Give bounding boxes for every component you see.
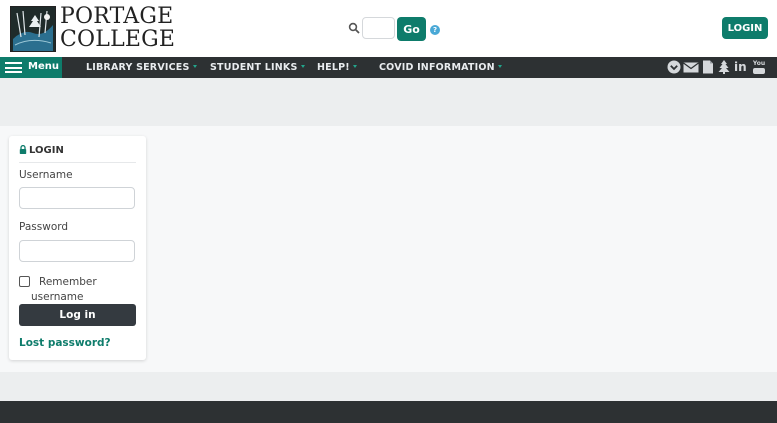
header-login-button[interactable]: LOGIN [722, 17, 768, 39]
logo-emblem-icon [10, 6, 56, 52]
nav-item-help[interactable]: HELP! [317, 62, 357, 73]
page-header-band [0, 78, 777, 126]
password-label: Password [19, 221, 69, 233]
menu-label: Menu [28, 61, 59, 72]
main-navigation: Menu LIBRARY SERVICES STUDENT LINKS HELP… [0, 57, 777, 78]
nav-item-label: LIBRARY SERVICES [86, 62, 190, 73]
remember-username-checkbox[interactable] [19, 276, 30, 287]
logo-wordmark: PORTAGE COLLEGE [60, 5, 175, 51]
hamburger-icon [5, 62, 22, 73]
caret-down-icon [497, 65, 502, 68]
login-card: LOGIN Username Password Remember usernam… [9, 136, 146, 360]
caret-down-icon [192, 65, 197, 68]
password-input[interactable] [19, 240, 135, 262]
nav-item-library-services[interactable]: LIBRARY SERVICES [86, 62, 197, 73]
nav-item-label: STUDENT LINKS [210, 62, 298, 73]
portage-college-logo[interactable]: PORTAGE COLLEGE [10, 5, 175, 53]
tree-icon[interactable] [718, 60, 730, 74]
nav-item-covid-information[interactable]: COVID INFORMATION [379, 62, 502, 73]
youtube-glyph: You [752, 60, 766, 67]
username-input[interactable] [19, 187, 135, 209]
logo-line-2: COLLEGE [60, 27, 176, 52]
nav-item-student-links[interactable]: STUDENT LINKS [210, 62, 305, 73]
help-icon[interactable]: ? [430, 25, 440, 35]
logo-line-1: PORTAGE [60, 4, 174, 29]
linkedin-icon[interactable]: in [734, 60, 749, 74]
content-bottom-band [0, 372, 777, 401]
search-go-button[interactable]: Go [397, 17, 426, 41]
search-input[interactable] [362, 17, 395, 39]
lost-password-link[interactable]: Lost password? [19, 337, 111, 349]
caret-down-icon [300, 65, 305, 68]
nav-item-label: COVID INFORMATION [379, 62, 495, 73]
search-icon [348, 22, 360, 34]
remember-username-label[interactable]: Remember username [31, 275, 111, 305]
caret-down-icon [352, 65, 357, 68]
username-label: Username [19, 169, 73, 181]
login-card-title: LOGIN [19, 145, 136, 163]
lock-icon [19, 145, 27, 154]
login-submit-button[interactable]: Log in [19, 304, 136, 326]
menu-toggle-button[interactable]: Menu [0, 57, 62, 78]
nav-item-label: HELP! [317, 62, 350, 73]
site-header: PORTAGE COLLEGE Go ? LOGIN [0, 0, 777, 57]
youtube-icon[interactable]: You [752, 60, 766, 74]
mail-icon[interactable] [683, 60, 699, 74]
login-title-text: LOGIN [29, 145, 64, 156]
site-footer [0, 401, 777, 423]
document-icon[interactable] [702, 60, 714, 74]
chevron-down-circle-icon[interactable] [667, 60, 681, 74]
